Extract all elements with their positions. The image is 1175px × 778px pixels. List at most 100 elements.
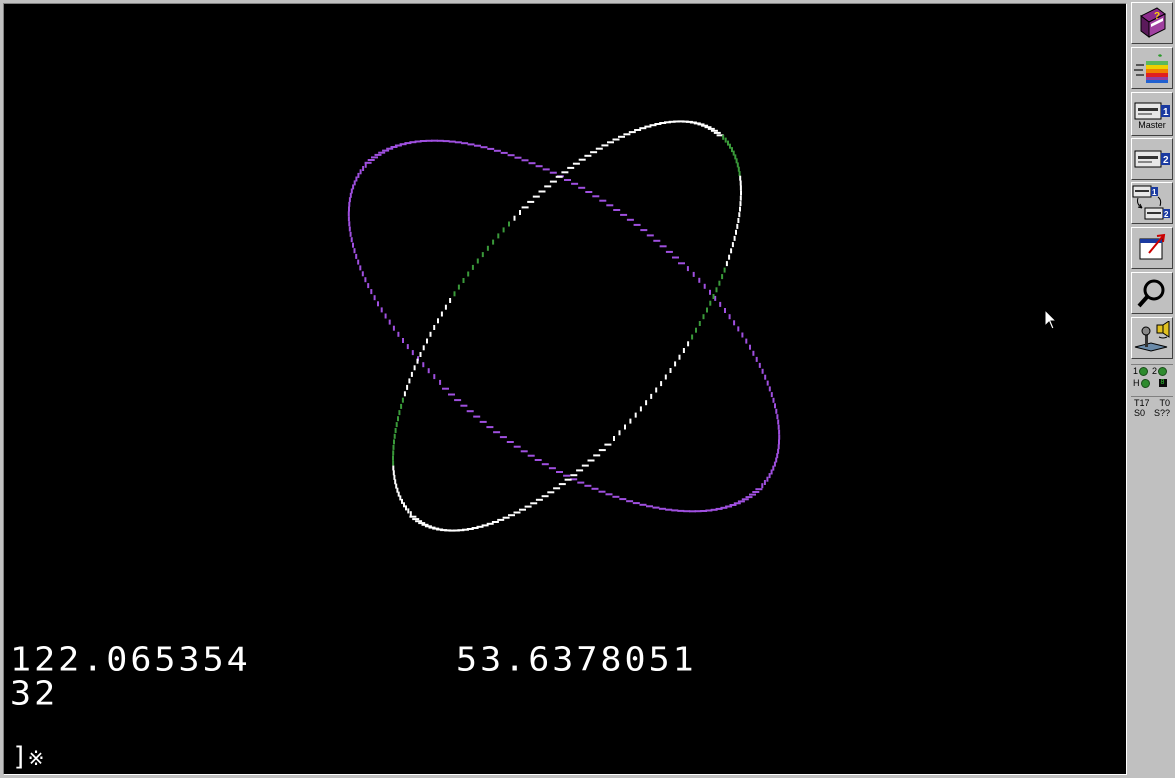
violet-orbit-segment [347, 216, 350, 222]
violet-orbit-segment [548, 467, 556, 470]
white-orbit-segment [738, 171, 741, 177]
white-orbit-segment [587, 459, 595, 462]
white-orbit-segment [412, 518, 420, 521]
white-orbit-segment [639, 406, 642, 412]
violet-orbit-segment [745, 338, 748, 344]
white-orbit-segment [502, 227, 505, 233]
swap-drives-button[interactable]: 1 2 [1131, 182, 1173, 224]
violet-orbit-segment [776, 453, 779, 459]
white-orbit-segment [728, 254, 731, 260]
white-orbit-segment [449, 298, 452, 303]
white-orbit-segment [736, 223, 739, 229]
violet-orbit-segment [755, 356, 758, 362]
white-orbit-segment [392, 455, 394, 461]
white-orbit-segment [722, 134, 725, 140]
violet-orbit-segment [377, 301, 379, 307]
fullscreen-button[interactable] [1131, 227, 1173, 269]
white-orbit-segment [669, 368, 672, 373]
white-orbit-segment [547, 491, 555, 494]
violet-orbit-segment [535, 165, 543, 168]
white-orbit-segment [715, 287, 718, 293]
white-orbit-segment [650, 393, 653, 399]
white-orbit-segment [400, 403, 403, 409]
violet-orbit-segment [686, 266, 689, 272]
white-orbit-segment [738, 212, 741, 218]
white-orbit-segment [593, 454, 601, 457]
white-orbit-segment [613, 436, 615, 441]
white-orbit-segment [607, 141, 614, 144]
emulator-screen[interactable]: 122.065354 53.6378051 32 ]※ [3, 3, 1127, 775]
white-orbit-segment [410, 371, 413, 377]
violet-orbit-segment [521, 159, 529, 162]
white-orbit-segment [704, 126, 712, 129]
white-orbit-segment [418, 522, 426, 525]
violet-orbit-segment [709, 289, 711, 295]
white-orbit-segment [519, 210, 521, 215]
violet-orbit-segment [745, 496, 753, 499]
svg-text:2: 2 [1163, 155, 1169, 166]
white-orbit-segment [398, 410, 401, 416]
led-h-label: H [1133, 378, 1140, 388]
violet-orbit-segment [752, 350, 755, 356]
swap-drives-icon: 1 2 [1132, 185, 1170, 220]
white-orbit-segment [492, 239, 495, 245]
violet-orbit-segment [513, 445, 521, 448]
violet-orbit-segment [353, 248, 356, 254]
violet-orbit-segment [613, 209, 621, 211]
violet-orbit-segment [761, 483, 764, 489]
violet-orbit-segment [778, 439, 780, 445]
violet-orbit-segment [486, 426, 494, 429]
violet-orbit-segment [467, 143, 475, 146]
settings-button[interactable] [1131, 317, 1173, 359]
violet-orbit-segment [506, 441, 514, 443]
drive-1-master-button[interactable]: 1 Master [1131, 92, 1173, 136]
help-book-button[interactable]: ? [1131, 2, 1173, 44]
violet-orbit-segment [591, 487, 599, 490]
violet-orbit-segment [768, 473, 771, 479]
white-orbit-segment [437, 318, 439, 324]
white-orbit-segment [524, 505, 532, 508]
white-orbit-segment [584, 154, 592, 157]
violet-orbit-segment [752, 491, 760, 493]
violet-orbit-segment [541, 463, 549, 466]
white-orbit-segment [733, 235, 736, 241]
violet-orbit [347, 139, 781, 513]
white-orbit-segment [521, 206, 529, 209]
violet-orbit-segment [605, 493, 613, 496]
violet-orbit-segment [749, 493, 756, 496]
violet-orbit-segment [777, 419, 780, 425]
violet-orbit-segment [448, 140, 456, 143]
white-orbit-segment [678, 354, 681, 360]
run-button[interactable] [1131, 47, 1173, 89]
violet-orbit-segment [454, 399, 462, 402]
white-orbit-segment [397, 416, 399, 422]
white-orbit-segment [623, 133, 631, 136]
white-orbit-segment [735, 229, 737, 235]
violet-orbit-segment [678, 262, 685, 265]
white-orbit-segment [462, 278, 465, 283]
white-orbit-segment [392, 450, 395, 456]
violet-orbit-segment [364, 161, 372, 164]
violet-orbit-segment [758, 362, 761, 368]
white-orbit-segment [530, 502, 538, 505]
basic-prompt: ]※ [12, 744, 44, 770]
violet-orbit-segment [454, 141, 462, 144]
white-orbit-segment [601, 144, 609, 147]
debugger-button[interactable] [1131, 272, 1173, 314]
white-orbit-segment [572, 162, 580, 165]
violet-orbit-segment [473, 415, 481, 418]
white-orbit-segment [576, 469, 584, 472]
white-orbit-segment [730, 248, 733, 254]
drive-2-button[interactable]: 2 [1131, 138, 1173, 180]
white-orbit-segment [513, 215, 516, 221]
drive-status-leds: 1 2 H 8 [1131, 364, 1173, 393]
white-orbit-segment [513, 511, 521, 514]
violet-orbit-segment [348, 226, 351, 232]
white-orbit-segment [549, 180, 557, 183]
white-orbit-segment [426, 338, 428, 344]
violet-orbit-segment [362, 166, 365, 171]
svg-text:1: 1 [1163, 107, 1169, 118]
violet-orbit-segment [564, 179, 571, 181]
svg-text:?: ? [1154, 11, 1160, 22]
white-orbit-segment [655, 387, 658, 393]
